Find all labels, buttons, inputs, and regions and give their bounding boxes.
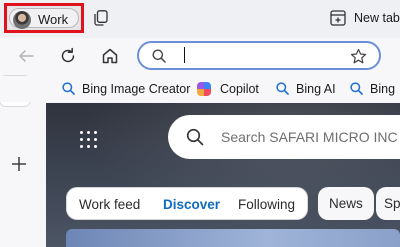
- tab-work-feed[interactable]: Work feed: [79, 197, 140, 212]
- favorite-bing-image-creator[interactable]: Bing Image Creator: [62, 80, 190, 98]
- favorite-copilot[interactable]: Copilot: [197, 80, 262, 98]
- profile-label: Work: [38, 12, 69, 27]
- page-search-box[interactable]: Search SAFARI MICRO INC: [168, 115, 400, 159]
- profile-button-highlight[interactable]: Work: [4, 3, 84, 33]
- tab-strip: Work New tab: [0, 0, 400, 38]
- new-tab-page: Search SAFARI MICRO INC Work feed Discov…: [46, 103, 400, 247]
- favorite-label: Bing: [370, 82, 396, 96]
- search-icon: [62, 82, 75, 95]
- favorite-label: Bing Image Creator: [82, 82, 191, 96]
- workspaces-icon[interactable]: [94, 10, 108, 26]
- app-launcher-icon[interactable]: [80, 131, 98, 149]
- favorite-bing[interactable]: Bing: [350, 80, 400, 98]
- new-tab-icon[interactable]: [330, 10, 346, 26]
- feed-tabs: Work feed Discover Following: [66, 187, 308, 220]
- profile-avatar: [13, 11, 31, 29]
- navigation-toolbar: [0, 38, 400, 76]
- feed-card-image[interactable]: [66, 229, 400, 247]
- address-input[interactable]: [179, 46, 339, 64]
- favorite-label: Bing AI: [296, 82, 336, 96]
- back-arrow-icon[interactable]: [16, 46, 36, 66]
- favorites-bar: Bing Image Creator Copilot Bing AI Bing: [0, 76, 400, 102]
- profile-button[interactable]: Work: [9, 8, 79, 29]
- address-bar[interactable]: [137, 41, 381, 70]
- favorite-label: Copilot: [220, 82, 259, 96]
- tab-news[interactable]: News: [329, 196, 363, 211]
- search-icon: [152, 49, 166, 63]
- tab-sports[interactable]: Sp: [384, 196, 400, 211]
- tab-following[interactable]: Following: [238, 197, 295, 212]
- home-icon[interactable]: [100, 46, 120, 66]
- new-tab-label[interactable]: New tab: [354, 11, 400, 25]
- copilot-icon: [197, 82, 211, 96]
- favorite-bing-ai[interactable]: Bing AI: [276, 80, 336, 98]
- search-icon: [186, 128, 204, 146]
- star-icon[interactable]: [350, 48, 367, 65]
- text-caret: [184, 47, 185, 63]
- search-icon: [276, 82, 289, 95]
- search-icon: [350, 82, 363, 95]
- tab-discover[interactable]: Discover: [163, 197, 220, 212]
- page-search-placeholder: Search SAFARI MICRO INC: [221, 129, 398, 145]
- refresh-icon[interactable]: [58, 46, 78, 66]
- add-icon[interactable]: [9, 154, 29, 174]
